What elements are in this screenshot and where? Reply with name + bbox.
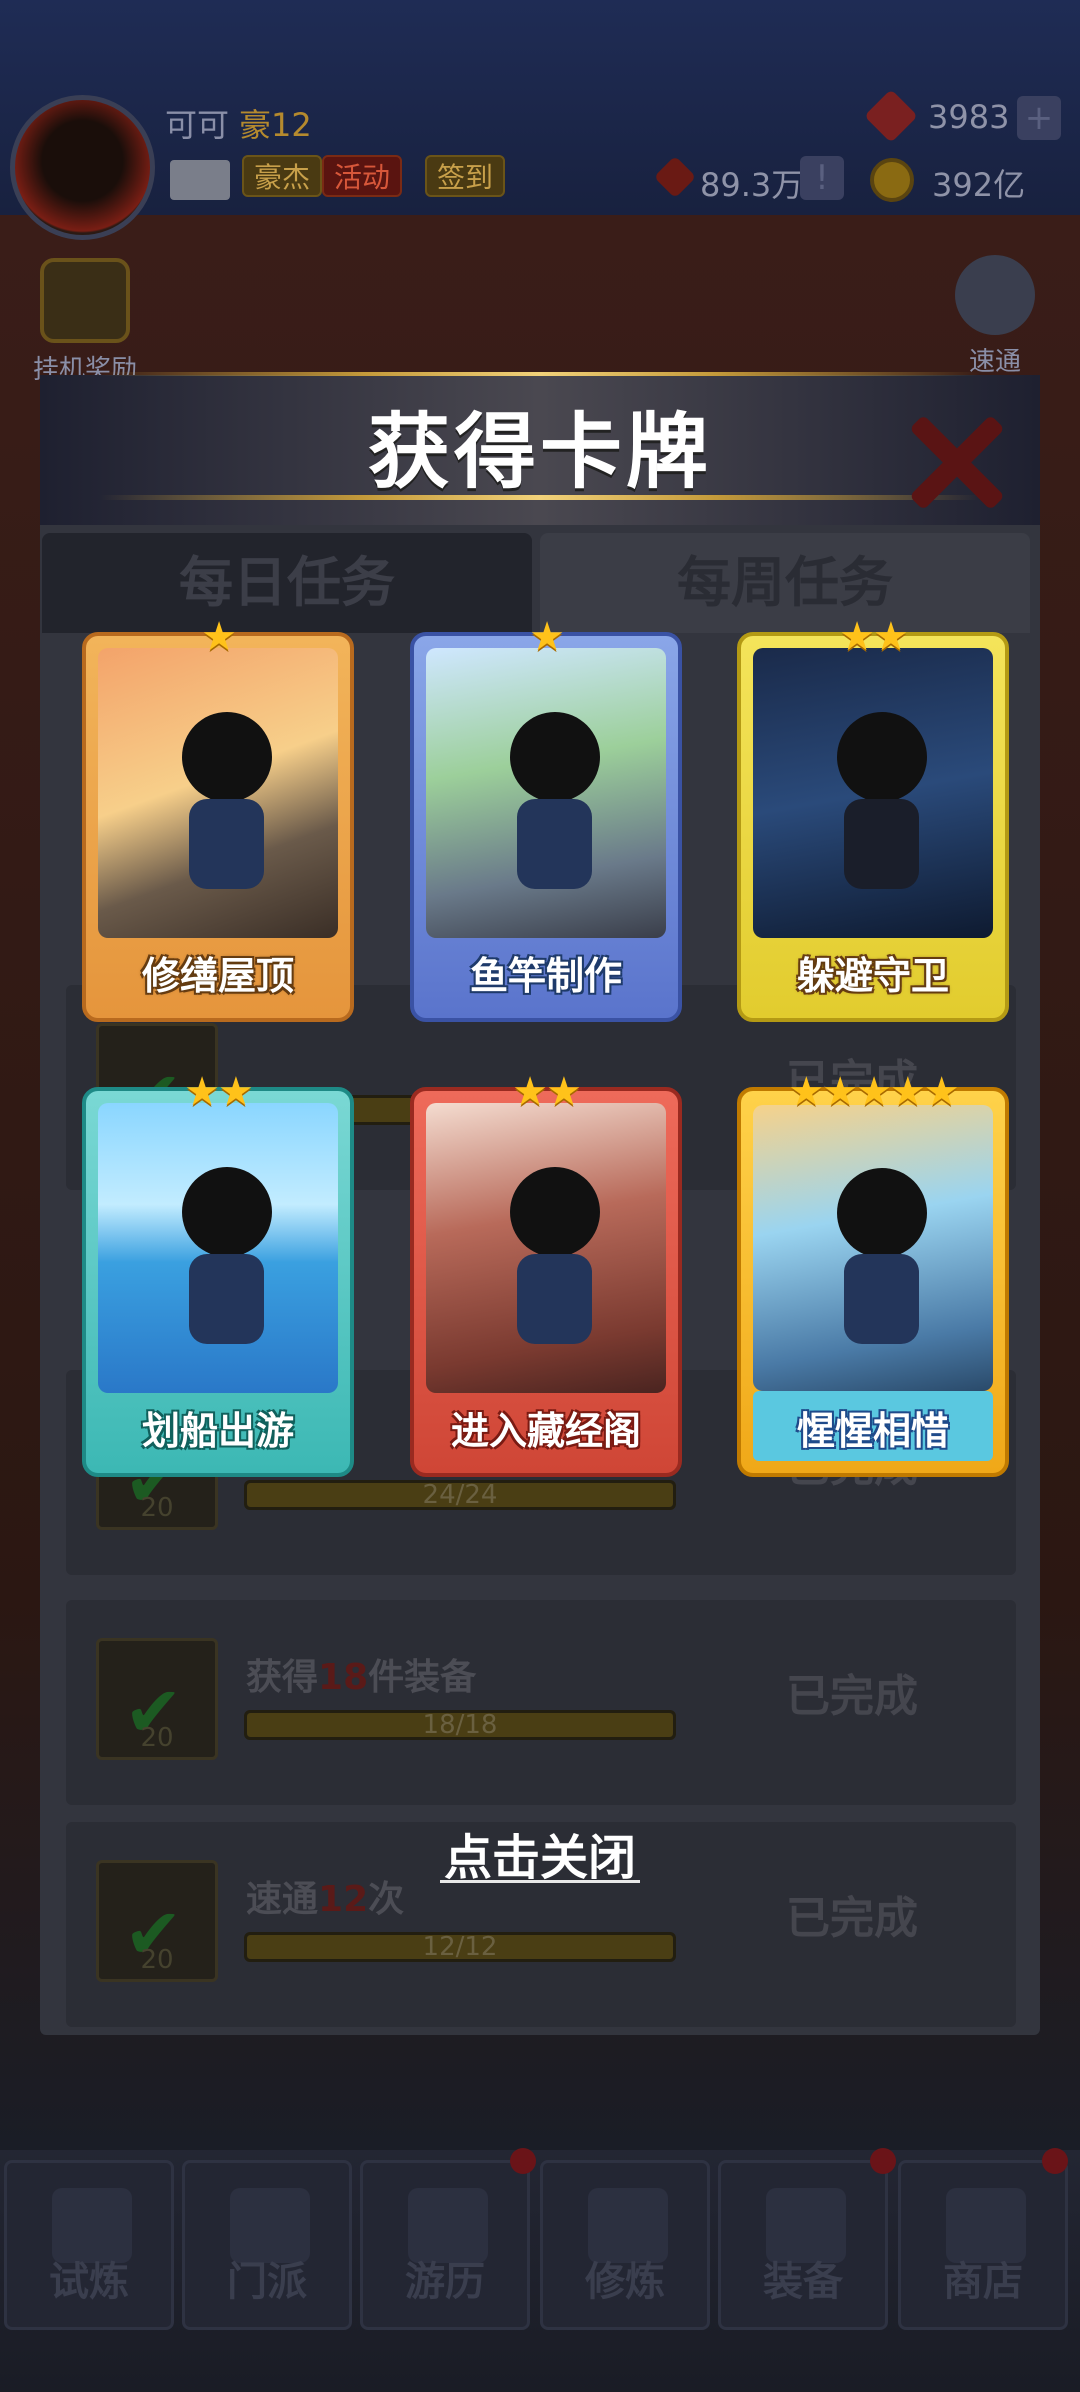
- reward-card[interactable]: ★★ 躲避守卫: [737, 614, 1009, 1022]
- card-illustration: [426, 1103, 666, 1393]
- banner-top-line: [100, 372, 980, 376]
- task-reward-icon: ✔20: [96, 1638, 218, 1760]
- task-progress-bar: 12/12: [244, 1932, 676, 1962]
- nav-label: 装备: [763, 2259, 843, 2305]
- mail-icon[interactable]: [170, 160, 230, 200]
- card-stars: ★★: [512, 1069, 582, 1115]
- task-row: ✔ 20 获得18件装备 18/18 已完成: [66, 1600, 1016, 1805]
- reward-card[interactable]: ★★ 进入藏经阁: [410, 1069, 682, 1477]
- idle-reward-button[interactable]: 挂机奖励: [20, 258, 150, 386]
- power-info-button[interactable]: !: [800, 156, 844, 200]
- nav-item-0[interactable]: 试炼: [4, 2160, 174, 2330]
- task-progress-text: 18/18: [422, 1710, 498, 1740]
- notification-dot: [1042, 2148, 1068, 2174]
- hero-button[interactable]: 豪杰: [242, 155, 323, 197]
- card-illustration: [98, 648, 338, 938]
- card-name: 躲避守卫: [796, 954, 949, 998]
- task-reward-count: 20: [140, 1945, 174, 1975]
- gold-value: 392亿: [932, 166, 1026, 204]
- figure-body: [517, 1253, 593, 1344]
- card-stars: ★★: [184, 1069, 254, 1115]
- figure-body: [189, 798, 265, 889]
- card-illustration: [426, 648, 666, 938]
- task-progress-text: 24/24: [422, 1480, 498, 1510]
- card-stars: ★★★★★: [788, 1069, 959, 1115]
- player-name: 可可 豪12: [165, 106, 312, 144]
- reward-card[interactable]: ★ 修缮屋顶: [82, 614, 354, 1022]
- stick-figure-icon: [510, 1166, 600, 1257]
- figure-body: [844, 798, 920, 889]
- card-illustration: [98, 1103, 338, 1393]
- card-name: 划船出游: [141, 1409, 294, 1453]
- chest-icon: [40, 258, 130, 343]
- close-icon[interactable]: [905, 410, 1005, 510]
- figure-body: [189, 1253, 265, 1344]
- stick-figure-icon: [182, 1166, 272, 1257]
- stick-figure-icon: [837, 1167, 927, 1258]
- stick-figure-icon: [182, 711, 272, 802]
- task-status: 已完成: [786, 1671, 918, 1722]
- figure-body: [844, 1253, 920, 1344]
- checkin-button[interactable]: 签到: [425, 155, 506, 197]
- top-bar: [0, 0, 1080, 215]
- card-name: 修缮屋顶: [141, 954, 294, 998]
- task-progress-text: 12/12: [422, 1932, 498, 1962]
- task-progress-bar: 24/24: [244, 1480, 676, 1510]
- nav-item-2[interactable]: 游历: [360, 2160, 530, 2330]
- reward-card[interactable]: ★★★★★ 惺惺相惜: [737, 1069, 1009, 1477]
- player-avatar[interactable]: [10, 95, 155, 240]
- task-status: 已完成: [786, 1893, 918, 1944]
- card-illustration: [753, 1105, 993, 1391]
- nav-label: 游历: [405, 2259, 485, 2305]
- nav-item-5[interactable]: 商店: [898, 2160, 1068, 2330]
- nav-label: 商店: [943, 2259, 1023, 2305]
- reward-card[interactable]: ★ 鱼竿制作: [410, 614, 682, 1022]
- nav-item-3[interactable]: 修炼: [540, 2160, 710, 2330]
- task-progress-bar: 18/18: [244, 1710, 676, 1740]
- figure-body: [517, 798, 593, 889]
- task-reward-count: 20: [140, 1723, 174, 1753]
- gem-count: 3983: [928, 98, 1010, 136]
- quick-clear-icon: [955, 255, 1035, 335]
- notification-dot: [870, 2148, 896, 2174]
- nav-item-1[interactable]: 门派: [182, 2160, 352, 2330]
- stick-figure-icon: [510, 711, 600, 802]
- notification-dot: [510, 2148, 536, 2174]
- nav-item-4[interactable]: 装备: [718, 2160, 888, 2330]
- power-value: 89.3万: [700, 166, 804, 204]
- card-stars: ★: [201, 614, 237, 660]
- nav-label: 试炼: [49, 2259, 129, 2305]
- card-name: 惺惺相惜: [796, 1409, 949, 1453]
- card-name: 鱼竿制作: [469, 954, 622, 998]
- card-stars: ★★: [839, 614, 909, 660]
- task-description: 获得18件装备: [246, 1657, 477, 1698]
- task-reward-count: 20: [140, 1493, 174, 1523]
- stick-figure-icon: [837, 711, 927, 802]
- event-button[interactable]: 活动: [322, 155, 403, 197]
- quick-clear-button[interactable]: 速通: [945, 255, 1045, 378]
- card-name: 进入藏经阁: [450, 1409, 641, 1453]
- card-illustration: [753, 648, 993, 938]
- add-gems-button[interactable]: +: [1017, 96, 1061, 140]
- reward-card[interactable]: ★★ 划船出游: [82, 1069, 354, 1477]
- tap-to-close-text[interactable]: 点击关闭: [0, 1818, 1080, 1888]
- nav-label: 门派: [227, 2259, 307, 2305]
- gold-coin-icon: [870, 158, 914, 202]
- nav-label: 修炼: [585, 2259, 665, 2305]
- tap-to-close-underline: [440, 1880, 640, 1883]
- card-stars: ★: [529, 614, 565, 660]
- game-screen: { "player": {"name": "可可", "rank": "豪12"…: [0, 0, 1080, 2392]
